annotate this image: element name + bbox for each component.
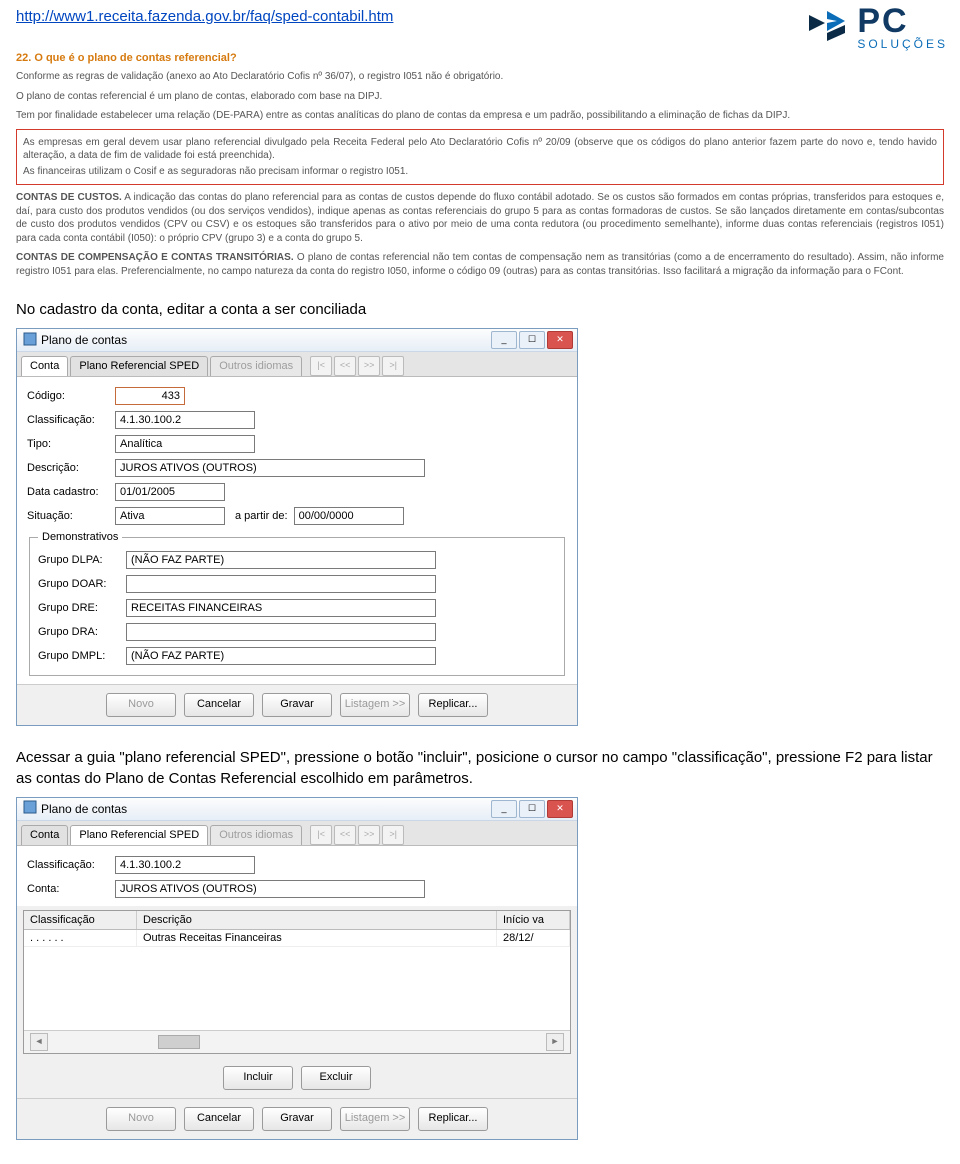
app-icon: [23, 800, 37, 817]
situacao-label: Situação:: [27, 510, 109, 522]
scroll-thumb[interactable]: [158, 1035, 200, 1049]
data-cadastro-input[interactable]: 01/01/2005: [115, 483, 225, 501]
body-paragraph: No cadastro da conta, editar a conta a s…: [16, 300, 944, 320]
faq-paragraph: CONTAS DE CUSTOS. A indicação das contas…: [16, 191, 944, 245]
apartir-label: a partir de:: [235, 510, 288, 522]
grupo-doar-input[interactable]: [126, 575, 436, 593]
faq-paragraph: CONTAS DE COMPENSAÇÃO E CONTAS TRANSITÓR…: [16, 251, 944, 278]
conta-label: Conta:: [27, 883, 109, 895]
tab-conta[interactable]: Conta: [21, 825, 68, 845]
descricao-label: Descrição:: [27, 462, 109, 474]
nav-last-button[interactable]: >|: [382, 825, 404, 845]
app-icon: [23, 332, 37, 349]
logo-mark-icon: [805, 5, 849, 49]
faq-paragraph: O plano de contas referencial é um plano…: [16, 90, 944, 104]
grupo-dre-input[interactable]: RECEITAS FINANCEIRAS: [126, 599, 436, 617]
classificacao-label: Classificação:: [27, 859, 109, 871]
referencial-grid: Classificação Descrição Início va . . . …: [23, 910, 571, 1054]
faq-subhead: CONTAS DE CUSTOS.: [16, 192, 122, 203]
faq-paragraph: Tem por finalidade estabelecer uma relaç…: [16, 109, 944, 123]
grupo-dmpl-label: Grupo DMPL:: [38, 650, 120, 662]
grid-header-descricao[interactable]: Descrição: [137, 911, 497, 929]
grid-header-inicio[interactable]: Início va: [497, 911, 570, 929]
apartir-input[interactable]: 00/00/0000: [294, 507, 404, 525]
grupo-dmpl-input[interactable]: (NÃO FAZ PARTE): [126, 647, 436, 665]
highlight-text: As empresas em geral devem usar plano re…: [23, 136, 937, 163]
listagem-button[interactable]: Listagem >>: [340, 1107, 410, 1131]
nav-last-button[interactable]: >|: [382, 356, 404, 376]
gravar-button[interactable]: Gravar: [262, 693, 332, 717]
cell-inicio: 28/12/: [497, 930, 570, 946]
incluir-button[interactable]: Incluir: [223, 1066, 293, 1090]
classificacao-input[interactable]: 4.1.30.100.2: [115, 411, 255, 429]
replicar-button[interactable]: Replicar...: [418, 693, 488, 717]
demonstrativos-legend: Demonstrativos: [38, 531, 122, 543]
window-title: Plano de contas: [41, 802, 127, 816]
novo-button[interactable]: Novo: [106, 693, 176, 717]
tab-outros-idiomas: Outros idiomas: [210, 356, 302, 376]
data-cadastro-label: Data cadastro:: [27, 486, 109, 498]
nav-first-button[interactable]: |<: [310, 356, 332, 376]
cancelar-button[interactable]: Cancelar: [184, 693, 254, 717]
novo-button[interactable]: Novo: [106, 1107, 176, 1131]
situacao-input[interactable]: Ativa: [115, 507, 225, 525]
body-paragraph: Acessar a guia "plano referencial SPED",…: [16, 748, 944, 789]
grupo-dlpa-label: Grupo DLPA:: [38, 554, 120, 566]
tab-plano-referencial-sped[interactable]: Plano Referencial SPED: [70, 356, 208, 376]
faq-text: A indicação das contas do plano referenc…: [16, 192, 944, 244]
conta-input[interactable]: JUROS ATIVOS (OUTROS): [115, 880, 425, 898]
window-title: Plano de contas: [41, 333, 127, 347]
codigo-label: Código:: [27, 390, 109, 402]
cell-descricao: Outras Receitas Financeiras: [137, 930, 497, 946]
tab-plano-referencial-sped[interactable]: Plano Referencial SPED: [70, 825, 208, 845]
nav-first-button[interactable]: |<: [310, 825, 332, 845]
tipo-label: Tipo:: [27, 438, 109, 450]
cell-classificacao: . . . . . .: [24, 930, 137, 946]
nav-next-button[interactable]: >>: [358, 825, 380, 845]
minimize-button[interactable]: _: [491, 331, 517, 349]
listagem-button[interactable]: Listagem >>: [340, 693, 410, 717]
close-button[interactable]: ✕: [547, 331, 573, 349]
scroll-left-icon[interactable]: ◄: [30, 1033, 48, 1051]
maximize-button[interactable]: ☐: [519, 800, 545, 818]
maximize-button[interactable]: ☐: [519, 331, 545, 349]
faq-subhead: CONTAS DE COMPENSAÇÃO E CONTAS TRANSITÓR…: [16, 252, 294, 263]
minimize-button[interactable]: _: [491, 800, 517, 818]
cancelar-button[interactable]: Cancelar: [184, 1107, 254, 1131]
faq-question-heading: 22. O que é o plano de contas referencia…: [16, 52, 944, 64]
codigo-input[interactable]: 433: [115, 387, 185, 405]
classificacao-label: Classificação:: [27, 414, 109, 426]
grupo-dre-label: Grupo DRE:: [38, 602, 120, 614]
grid-header-classificacao[interactable]: Classificação: [24, 911, 137, 929]
descricao-input[interactable]: JUROS ATIVOS (OUTROS): [115, 459, 425, 477]
grupo-dlpa-input[interactable]: (NÃO FAZ PARTE): [126, 551, 436, 569]
tipo-input[interactable]: Analítica: [115, 435, 255, 453]
nav-next-button[interactable]: >>: [358, 356, 380, 376]
grupo-doar-label: Grupo DOAR:: [38, 578, 120, 590]
header-link[interactable]: http://www1.receita.fazenda.gov.br/faq/s…: [16, 8, 393, 25]
demonstrativos-fieldset: Demonstrativos Grupo DLPA: (NÃO FAZ PARTE…: [29, 531, 565, 676]
highlight-box: As empresas em geral devem usar plano re…: [16, 129, 944, 186]
window-plano-de-contas-2: Plano de contas _ ☐ ✕ Conta Plano Refere…: [16, 797, 578, 1140]
brand-logo: PC SOLUÇÕES: [805, 2, 948, 51]
excluir-button[interactable]: Excluir: [301, 1066, 371, 1090]
grupo-dra-input[interactable]: [126, 623, 436, 641]
faq-paragraph: Conforme as regras de validação (anexo a…: [16, 70, 944, 84]
horizontal-scrollbar[interactable]: ◄ ►: [24, 1030, 570, 1053]
scroll-right-icon[interactable]: ►: [546, 1033, 564, 1051]
nav-prev-button[interactable]: <<: [334, 356, 356, 376]
table-row[interactable]: . . . . . . Outras Receitas Financeiras …: [24, 930, 570, 947]
tab-conta[interactable]: Conta: [21, 356, 68, 376]
classificacao-input[interactable]: 4.1.30.100.2: [115, 856, 255, 874]
logo-brand-text: PC: [857, 2, 948, 41]
grupo-dra-label: Grupo DRA:: [38, 626, 120, 638]
highlight-text: As financeiras utilizam o Cosif e as seg…: [23, 165, 937, 179]
window-plano-de-contas-1: Plano de contas _ ☐ ✕ Conta Plano Refere…: [16, 328, 578, 726]
tab-outros-idiomas: Outros idiomas: [210, 825, 302, 845]
replicar-button[interactable]: Replicar...: [418, 1107, 488, 1131]
close-button[interactable]: ✕: [547, 800, 573, 818]
nav-prev-button[interactable]: <<: [334, 825, 356, 845]
gravar-button[interactable]: Gravar: [262, 1107, 332, 1131]
logo-sub-text: SOLUÇÕES: [857, 37, 948, 51]
